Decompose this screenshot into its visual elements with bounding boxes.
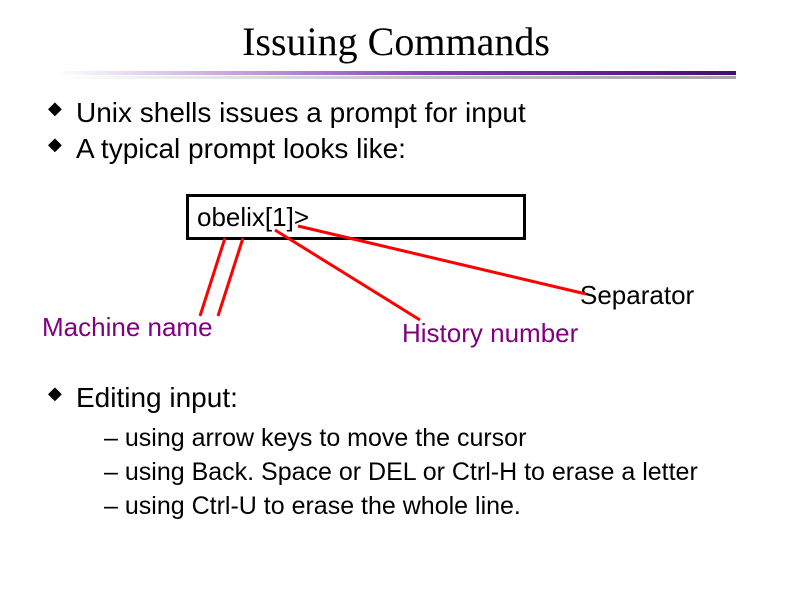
label-history-number: History number — [402, 318, 578, 349]
bullet-editing-heading: Editing input: — [48, 380, 748, 416]
title-rule — [56, 71, 736, 79]
sub-arrow-keys: using arrow keys to move the cursor — [104, 422, 748, 456]
sub-ctrl-u: using Ctrl-U to erase the whole line. — [104, 490, 748, 524]
prompt-box: obelix[1]> — [186, 194, 526, 240]
label-machine-name: Machine name — [42, 312, 213, 343]
editing-section: Editing input: using arrow keys to move … — [48, 380, 748, 524]
bullet-unix-shells: Unix shells issues a prompt for input — [48, 95, 792, 131]
top-bullets: Unix shells issues a prompt for input A … — [48, 95, 792, 168]
slide-title: Issuing Commands — [0, 18, 792, 65]
slide: Issuing Commands Unix shells issues a pr… — [0, 0, 792, 612]
editing-sublist: using arrow keys to move the cursor usin… — [104, 422, 748, 523]
bullet-typical-prompt: A typical prompt looks like: — [48, 131, 792, 167]
label-separator: Separator — [580, 280, 694, 311]
sub-backspace-del: using Back. Space or DEL or Ctrl-H to er… — [104, 456, 748, 490]
